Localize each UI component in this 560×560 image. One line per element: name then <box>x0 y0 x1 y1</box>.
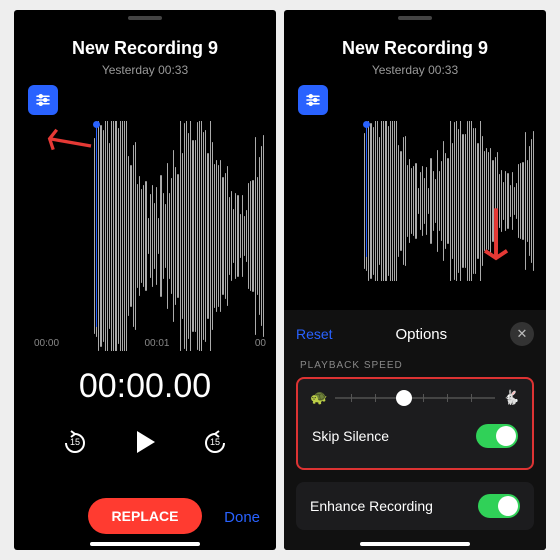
toolbar <box>284 77 546 115</box>
recording-title: New Recording 9 <box>284 38 546 59</box>
voice-memo-screen-left: New Recording 9 Yesterday 00:33 00:00 00… <box>14 10 276 550</box>
crop-icon[interactable] <box>232 85 262 115</box>
enhance-toggle[interactable] <box>478 494 520 518</box>
settings-icon[interactable] <box>298 85 328 115</box>
reset-button[interactable]: Reset <box>296 326 333 342</box>
voice-memo-screen-right: New Recording 9 Yesterday 00:33 Reset Op… <box>284 10 546 550</box>
skip-forward-button[interactable]: 15 <box>201 429 229 460</box>
recording-subtitle: Yesterday 00:33 <box>14 63 276 77</box>
turtle-icon: 🐢 <box>310 389 327 406</box>
speed-knob[interactable] <box>396 390 412 406</box>
options-panel: Reset Options ✕ PLAYBACK SPEED 🐢 🐇 <box>284 310 546 550</box>
enhance-group: Enhance Recording <box>296 482 534 530</box>
toolbar <box>14 77 276 115</box>
crop-icon[interactable] <box>502 85 532 115</box>
playback-speed-group: 🐢 🐇 Skip Silence <box>296 377 534 470</box>
drag-handle[interactable] <box>398 16 432 20</box>
settings-icon[interactable] <box>28 85 58 115</box>
rabbit-icon: 🐇 <box>503 389 520 406</box>
skip-silence-toggle[interactable] <box>476 424 518 448</box>
section-label: PLAYBACK SPEED <box>300 360 530 371</box>
home-indicator[interactable] <box>90 542 200 546</box>
skip-silence-row: Skip Silence <box>310 414 520 458</box>
recording-title: New Recording 9 <box>14 38 276 59</box>
skip-silence-label: Skip Silence <box>312 428 389 444</box>
replace-button[interactable]: REPLACE <box>88 498 203 534</box>
drag-handle[interactable] <box>128 16 162 20</box>
playhead-line <box>96 125 97 327</box>
playhead-line <box>366 125 367 257</box>
close-icon[interactable]: ✕ <box>510 322 534 346</box>
timer: 00:00.00 <box>14 367 276 406</box>
panel-title: Options <box>395 326 447 343</box>
playback-controls: 15 15 <box>14 426 276 463</box>
done-button[interactable]: Done <box>224 509 260 526</box>
play-button[interactable] <box>129 426 161 463</box>
enhance-label: Enhance Recording <box>310 498 433 514</box>
speed-slider[interactable] <box>335 397 494 399</box>
recording-subtitle: Yesterday 00:33 <box>284 63 546 77</box>
timeline-ticks: 00:00 00:01 00 <box>34 338 266 349</box>
home-indicator[interactable] <box>360 542 470 546</box>
skip-back-button[interactable]: 15 <box>61 429 89 460</box>
